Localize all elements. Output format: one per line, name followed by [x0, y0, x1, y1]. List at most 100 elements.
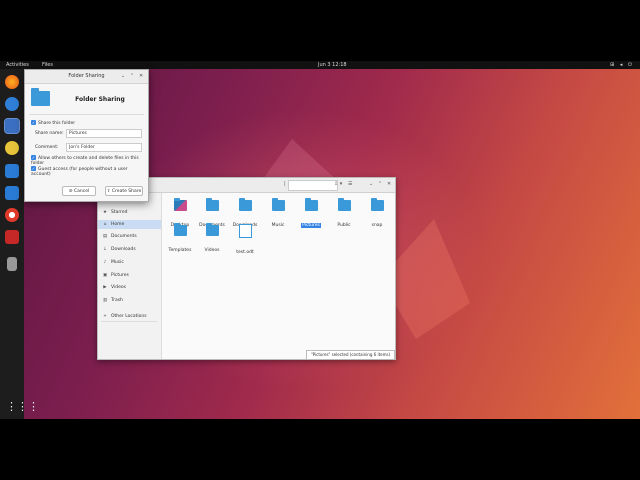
- list-view-icon[interactable]: ☰: [348, 181, 352, 187]
- item-label: test.odt: [236, 250, 254, 255]
- item-label: Pictures: [301, 223, 321, 228]
- sidebar-item-downloads[interactable]: ↓ Downloads: [101, 245, 159, 254]
- list-item[interactable]: Music: [262, 196, 294, 230]
- item-label: Music: [271, 223, 285, 228]
- sidebar-item-label: Music: [111, 260, 124, 265]
- folder-icon: [271, 198, 285, 211]
- sidebar-item-music[interactable]: ♪ Music: [101, 258, 159, 267]
- document-file-icon: [238, 224, 252, 238]
- cancel-button[interactable]: ⊘ Cancel: [62, 186, 96, 196]
- allow-write-checkbox[interactable]: ✓ Allow others to create and delete files…: [31, 155, 148, 166]
- sidebar-item-label: Trash: [111, 298, 123, 303]
- system-tray[interactable]: ⊞ ◂ ⏻: [610, 62, 634, 68]
- list-item[interactable]: Pictures: [295, 196, 327, 230]
- file-grid: Desktop Documents Downloads Music Pictur…: [162, 193, 395, 359]
- checkmark-icon: ✓: [31, 155, 36, 160]
- comment-input[interactable]: [66, 143, 142, 152]
- folder-icon: [337, 198, 351, 211]
- checkmark-icon: ✓: [31, 120, 36, 125]
- list-item[interactable]: Templates: [164, 221, 196, 255]
- dock: ⋮⋮⋮: [0, 69, 39, 419]
- item-label: snap: [371, 223, 383, 228]
- video-icon: ▶: [103, 285, 107, 290]
- list-item[interactable]: Public: [328, 196, 360, 230]
- help-icon[interactable]: [5, 208, 19, 222]
- download-icon: ↓: [103, 247, 107, 252]
- top-bar: Activities Files Jun 3 12:18 ⊞ ◂ ⏻: [0, 61, 640, 69]
- sidebar-item-label: Documents: [111, 234, 137, 239]
- maximize-icon[interactable]: ⌃: [130, 73, 134, 79]
- trash-icon: ▥: [102, 298, 108, 303]
- folder-sharing-dialog: Folder Sharing ⌄ ⌃ ✕ Folder Sharing ✓ Sha…: [24, 69, 149, 202]
- sidebar-divider: [101, 321, 157, 322]
- folder-icon: [205, 223, 219, 236]
- share-folder-checkbox[interactable]: ✓ Share this folder: [31, 120, 75, 126]
- view-options-icon[interactable]: ⇩ ▾: [334, 181, 342, 187]
- trash-icon[interactable]: [7, 257, 17, 271]
- checkbox-label: Allow others to create and delete files …: [31, 156, 139, 166]
- dialog-titlebar: Folder Sharing ⌄ ⌃ ✕: [25, 70, 148, 84]
- star-icon: ★: [102, 210, 108, 215]
- home-icon: ⌂: [103, 222, 107, 227]
- divider: [29, 114, 144, 115]
- picture-icon: ▣: [102, 273, 108, 278]
- thunderbird-icon[interactable]: [5, 97, 19, 111]
- checkbox-label: Share this folder: [38, 121, 76, 126]
- sidebar-item-label: Videos: [111, 285, 126, 290]
- item-label: Templates: [168, 248, 192, 253]
- writer-icon[interactable]: [5, 164, 19, 178]
- folder-icon: [304, 198, 318, 211]
- activities-button[interactable]: Activities: [6, 62, 29, 68]
- folder-icon: [238, 198, 252, 211]
- sidebar-item-videos[interactable]: ▶ Videos: [101, 283, 159, 292]
- app-menu[interactable]: Files: [42, 62, 53, 68]
- minimize-icon[interactable]: ⌄: [369, 181, 373, 187]
- document-icon: ▤: [102, 234, 108, 239]
- files-sidebar: ★ Starred ⌂ Home ▤ Documents ↓ Downloads ♪ Mu…: [98, 193, 162, 359]
- files-icon[interactable]: [4, 118, 20, 134]
- sidebar-item-pictures[interactable]: ▣ Pictures: [101, 271, 159, 280]
- folder-icon: [173, 223, 187, 236]
- files-window: | ⇩ ▾ ☰ ⌄ ⌃ ✕ ★ Starred ⌂ Home ▤ Documents …: [97, 177, 396, 360]
- sidebar-item-label: Downloads: [111, 247, 136, 252]
- maximize-icon[interactable]: ⌃: [378, 181, 382, 187]
- share-name-label: Share name:: [35, 131, 64, 136]
- firefox-icon[interactable]: [5, 75, 19, 89]
- create-share-button[interactable]: ⇪ Create Share: [105, 186, 143, 196]
- music-icon: ♪: [103, 260, 107, 265]
- comment-label: Comment:: [35, 145, 59, 150]
- status-bar: "Pictures" selected (containing 6 items): [306, 350, 395, 360]
- close-icon[interactable]: ✕: [139, 73, 143, 79]
- folder-icon: [205, 198, 219, 211]
- show-apps-icon[interactable]: ⋮⋮⋮: [6, 400, 39, 413]
- close-icon[interactable]: ✕: [387, 181, 391, 187]
- button-label: Create Share: [111, 189, 142, 194]
- item-label: Videos: [204, 248, 220, 253]
- list-item[interactable]: test.odt: [229, 221, 261, 257]
- rhythmbox-icon[interactable]: [5, 141, 19, 155]
- writer-icon[interactable]: [5, 186, 19, 200]
- checkmark-icon: ✓: [31, 166, 36, 171]
- sidebar-item-trash[interactable]: ▥ Trash: [101, 296, 159, 305]
- shared-folder-icon: [31, 88, 50, 106]
- guest-access-checkbox[interactable]: ✓ Guest access (for people without a user…: [31, 166, 148, 177]
- minimize-icon[interactable]: ⌄: [121, 73, 125, 79]
- sidebar-item-label: Starred: [111, 210, 128, 215]
- path-separator-icon: |: [284, 181, 286, 187]
- sidebar-item-starred[interactable]: ★ Starred: [101, 208, 159, 217]
- list-item[interactable]: Videos: [196, 221, 228, 255]
- share-name-input[interactable]: [66, 129, 142, 138]
- item-label: Public: [337, 223, 351, 228]
- clock[interactable]: Jun 3 12:18: [318, 62, 347, 68]
- dialog-heading: Folder Sharing: [75, 96, 125, 103]
- checkbox-label: Guest access (for people without a user …: [31, 167, 128, 177]
- location-bar[interactable]: [288, 180, 338, 191]
- folder-icon: [370, 198, 384, 211]
- sidebar-item-documents[interactable]: ▤ Documents: [101, 232, 159, 241]
- list-item[interactable]: snap: [361, 196, 393, 230]
- appcenter-icon[interactable]: [5, 230, 19, 244]
- sidebar-item-home[interactable]: ⌂ Home: [98, 220, 161, 229]
- plus-icon: +: [103, 314, 107, 319]
- sidebar-item-other-locations[interactable]: + Other Locations: [101, 312, 159, 321]
- sidebar-item-label: Other Locations: [111, 314, 147, 319]
